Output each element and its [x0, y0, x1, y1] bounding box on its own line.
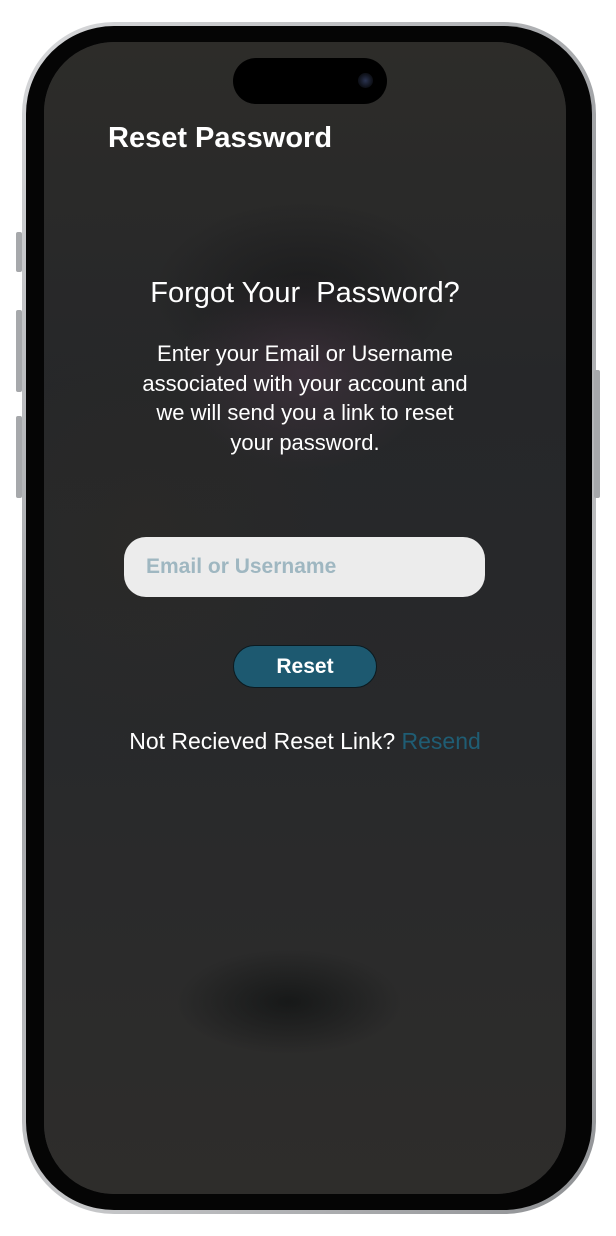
power-button [594, 370, 600, 498]
resend-row: Not Recieved Reset Link? Resend [44, 728, 566, 755]
forgot-password-heading: Forgot Your Password? [150, 277, 460, 309]
front-camera-icon [358, 73, 373, 88]
instructions-text: Enter your Email or Username associated … [142, 341, 468, 455]
silent-switch [16, 232, 22, 272]
volume-down-button [16, 416, 22, 498]
dynamic-island [233, 58, 387, 104]
phone-screen: Reset Password Forgot Your Password? Ent… [44, 42, 566, 1194]
resend-prompt-text: Not Recieved Reset Link? [129, 728, 402, 754]
reset-button[interactable]: Reset [233, 645, 377, 688]
email-or-username-input[interactable] [124, 537, 485, 597]
volume-up-button [16, 310, 22, 392]
resend-link[interactable]: Resend [402, 728, 481, 754]
page-title: Reset Password [108, 122, 333, 154]
blurred-background [44, 42, 566, 1194]
